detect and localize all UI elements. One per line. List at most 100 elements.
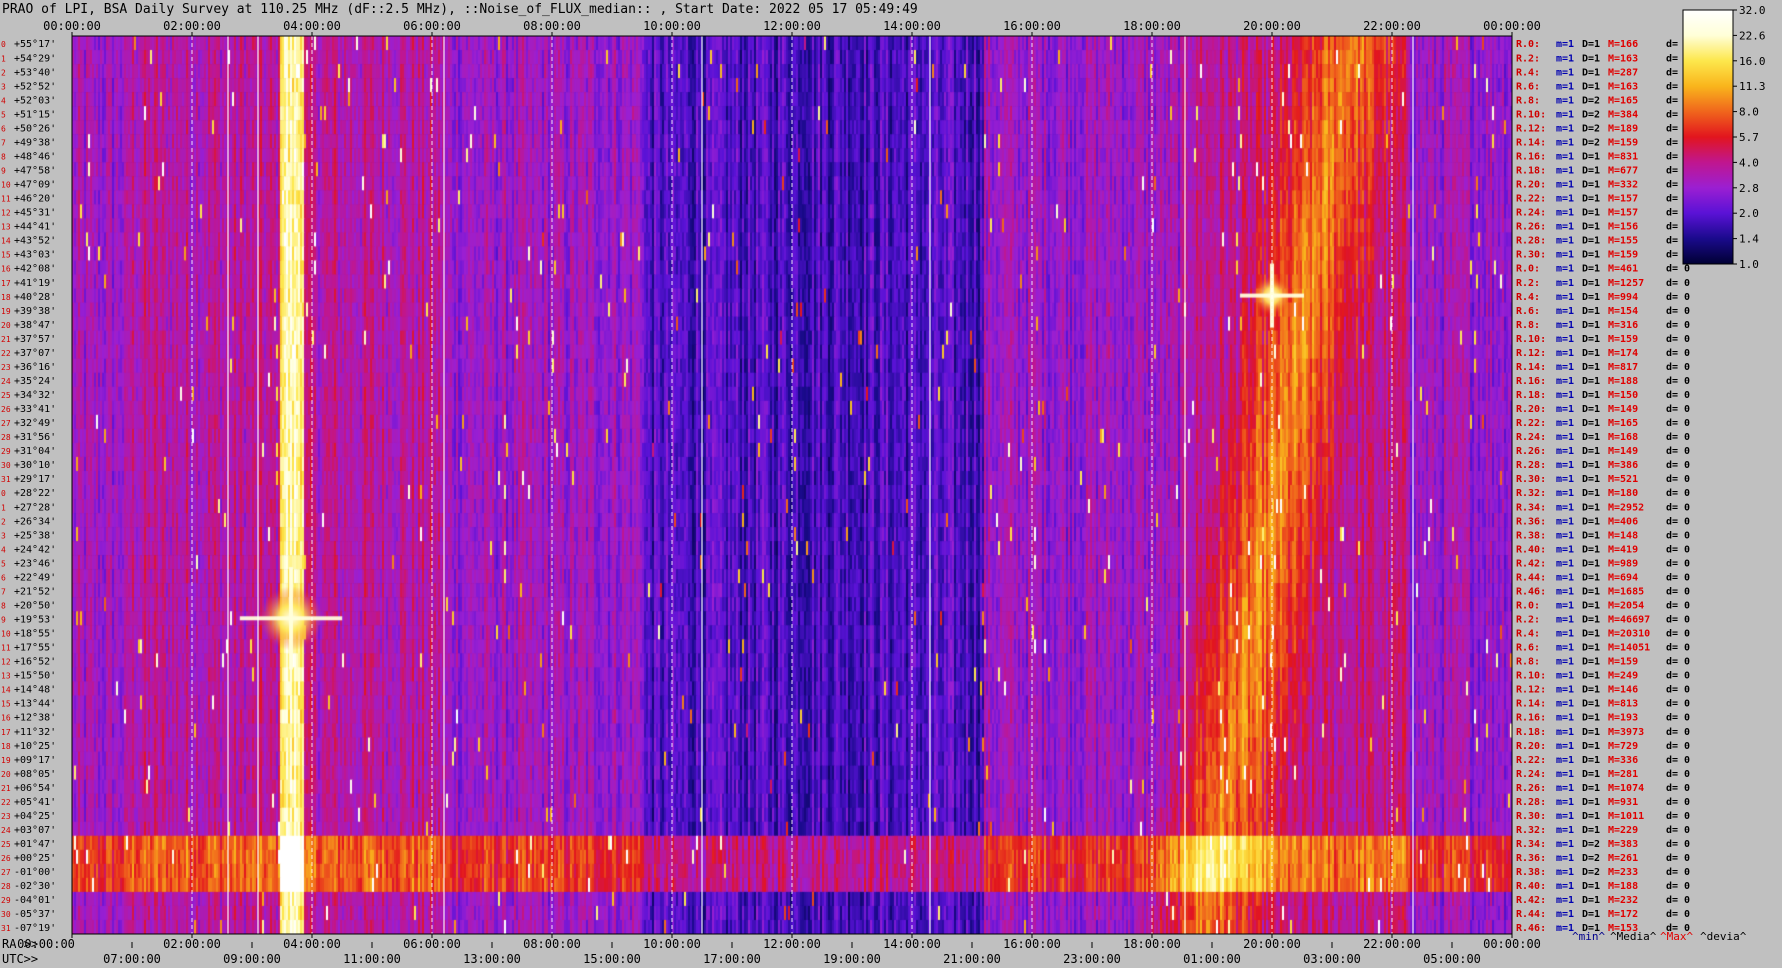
side-m-value: m=1	[1556, 151, 1574, 162]
row-index-label: 6	[1, 124, 6, 133]
side-dev-value: d= 0	[1666, 600, 1690, 611]
top-time-axis: 00:00:00 02:00:00 04:00:00 06:00:00 08:00:00…	[43, 19, 1541, 36]
declination-label: +37°57'	[14, 334, 56, 345]
side-max-value: M=229	[1608, 825, 1638, 836]
side-D-value: D=1	[1582, 727, 1600, 738]
side-D-value: D=1	[1582, 881, 1600, 892]
side-D-value: D=1	[1582, 713, 1600, 724]
side-D-value: D=1	[1582, 474, 1600, 485]
declination-label: +12°38'	[14, 713, 56, 724]
side-D-value: D=1	[1582, 53, 1600, 64]
side-row-label: R.20:	[1516, 404, 1546, 415]
side-D-value: D=1	[1582, 81, 1600, 92]
side-dev-value: d= 0	[1666, 629, 1690, 640]
side-max-value: M=994	[1608, 292, 1638, 303]
side-D-value: D=1	[1582, 516, 1600, 527]
legend-max: ^Max^	[1660, 930, 1693, 943]
declination-label: +47°09'	[14, 180, 56, 191]
side-max-value: M=419	[1608, 544, 1638, 555]
side-m-value: m=1	[1556, 839, 1574, 850]
side-max-value: M=3973	[1608, 727, 1644, 738]
side-m-value: m=1	[1556, 446, 1574, 457]
side-row-label: R.34:	[1516, 839, 1546, 850]
side-dev-value: d= 0	[1666, 264, 1690, 275]
row-index-label: 6	[1, 573, 6, 582]
declination-label: +51°15'	[14, 109, 56, 120]
side-dev-value: d= 0	[1666, 306, 1690, 317]
top-tick-label: 02:00:00	[163, 19, 221, 33]
utc-tick-label: 21:00:00	[943, 952, 1001, 966]
side-max-value: M=1074	[1608, 783, 1644, 794]
row-index-label: 30	[1, 461, 11, 470]
row-index-label: 12	[1, 658, 11, 667]
side-max-value: M=813	[1608, 699, 1638, 710]
side-m-value: m=1	[1556, 236, 1574, 247]
row-index-label: 23	[1, 363, 11, 372]
row-index-label: 9	[1, 616, 6, 625]
side-D-value: D=1	[1582, 741, 1600, 752]
top-tick-label: 22:00:00	[1363, 19, 1421, 33]
ra-tick-label: 00:00:00	[17, 937, 75, 951]
side-row-label: R.8:	[1516, 95, 1540, 106]
side-dev-value: d= 0	[1666, 432, 1690, 443]
side-dev-value: d= 0	[1666, 839, 1690, 850]
utc-tick-label: 17:00:00	[703, 952, 761, 966]
side-row-label: R.12:	[1516, 685, 1546, 696]
colorbar-tick-label: 8.0	[1739, 106, 1759, 119]
side-row-label: R.28:	[1516, 236, 1546, 247]
side-max-value: M=694	[1608, 572, 1638, 583]
ra-tick-label: 14:00:00	[883, 937, 941, 951]
side-dev-value: d= 0	[1666, 516, 1690, 527]
side-dev-value: d= 0	[1666, 544, 1690, 555]
declination-label: +27°28'	[14, 502, 56, 513]
declination-label: +43°03'	[14, 250, 56, 261]
bottom-time-axis: RA >>00:00:00 02:00:00 04:00:00 06:00:00 08:…	[2, 934, 1541, 966]
declination-label: -05°37'	[14, 909, 56, 920]
side-D-value: D=1	[1582, 418, 1600, 429]
side-max-value: M=336	[1608, 755, 1638, 766]
row-index-label: 25	[1, 391, 11, 400]
declination-label: +05°41'	[14, 797, 56, 808]
side-m-value: m=1	[1556, 67, 1574, 78]
side-row-label: R.12:	[1516, 348, 1546, 359]
side-dev-value: d= 0	[1666, 657, 1690, 668]
side-row-label: R.0:	[1516, 39, 1540, 50]
row-index-label: 11	[1, 644, 11, 653]
declination-label: +36°16'	[14, 362, 56, 373]
row-index-label: 15	[1, 251, 11, 260]
side-m-value: m=1	[1556, 123, 1574, 134]
side-m-value: m=1	[1556, 95, 1574, 106]
side-max-value: M=149	[1608, 446, 1638, 457]
side-row-label: R.38:	[1516, 867, 1546, 878]
side-max-value: M=831	[1608, 151, 1638, 162]
side-max-value: M=163	[1608, 53, 1638, 64]
row-index-label: 0	[1, 489, 6, 498]
side-D-value: D=1	[1582, 544, 1600, 555]
row-index-label: 18	[1, 742, 11, 751]
colorbar-tick-label: 2.8	[1739, 182, 1759, 195]
side-dev-value: d= 0	[1666, 769, 1690, 780]
declination-label: +52°03'	[14, 95, 56, 106]
ra-tick-label: 18:00:00	[1123, 937, 1181, 951]
side-m-value: m=1	[1556, 755, 1574, 766]
row-index-label: 27	[1, 868, 11, 877]
utc-tick-label: 15:00:00	[583, 952, 641, 966]
row-index-label: 7	[1, 587, 6, 596]
side-row-label: R.24:	[1516, 432, 1546, 443]
declination-label: +04°25'	[14, 811, 56, 822]
side-row-label: R.14:	[1516, 362, 1546, 373]
side-m-value: m=1	[1556, 544, 1574, 555]
ra-tick-label: 10:00:00	[643, 937, 701, 951]
side-m-value: m=1	[1556, 418, 1574, 429]
row-index-label: 14	[1, 686, 11, 695]
side-D-value: D=1	[1582, 208, 1600, 219]
side-max-value: M=189	[1608, 123, 1638, 134]
side-D-value: D=1	[1582, 699, 1600, 710]
ra-tick-label: 00:00:00	[1483, 937, 1541, 951]
heatmap	[71, 35, 1513, 935]
side-D-value: D=1	[1582, 278, 1600, 289]
side-row-label: R.8:	[1516, 657, 1540, 668]
survey-chart: 00:00:00 02:00:00 04:00:00 06:00:00 08:00:00…	[1, 4, 1766, 966]
side-max-value: M=149	[1608, 404, 1638, 415]
side-max-value: M=729	[1608, 741, 1638, 752]
